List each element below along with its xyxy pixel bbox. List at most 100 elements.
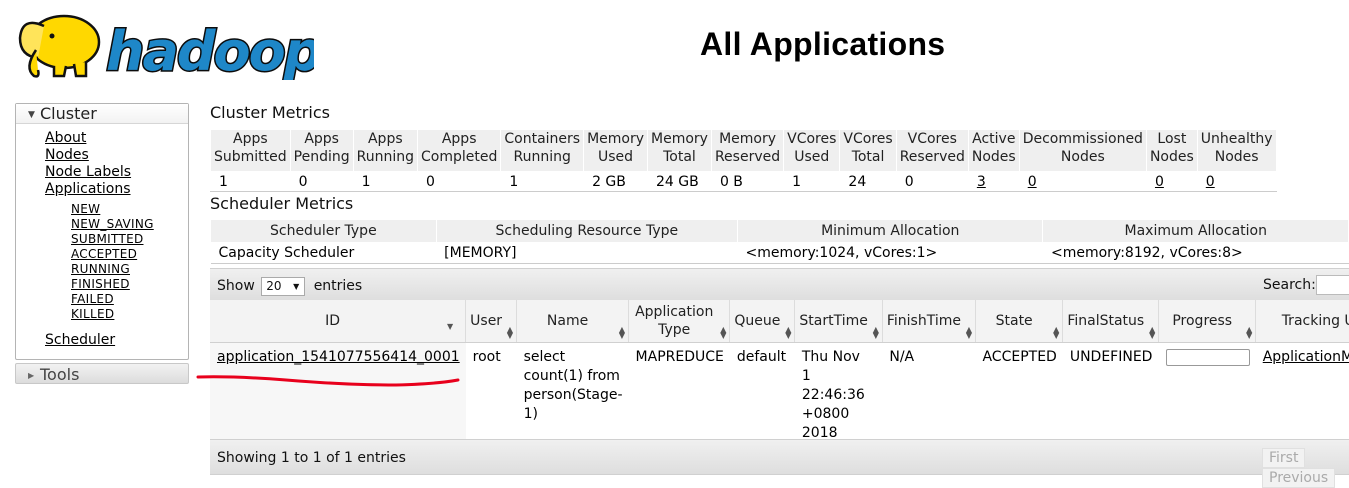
column-header-finalstatus[interactable]: FinalStatus ▲ ▼ [1062, 300, 1160, 343]
column-header-tracking-ui[interactable]: Tracking UI [1255, 300, 1349, 343]
metric-header: Containers Running [500, 129, 585, 172]
sort-icon: ▲ ▼ [785, 324, 792, 340]
maximum-allocation-value: <memory:8192, vCores:8> [1042, 242, 1349, 264]
caret-right-icon: ▶ [28, 371, 35, 380]
sort-icon: ▲ ▼ [1053, 324, 1060, 340]
app-state-accepted[interactable]: ACCEPTED [71, 247, 154, 262]
sort-desc-icon: ▼ [447, 322, 454, 331]
app-state-failed[interactable]: FAILED [71, 292, 154, 307]
scheduler-metrics-table: Scheduler Type Scheduling Resource Type … [210, 219, 1349, 264]
search-input[interactable] [1316, 275, 1349, 295]
table-row: application_1541077556414_0001 root sele… [210, 342, 1349, 443]
app-state-new[interactable]: NEW [71, 202, 154, 217]
maximum-allocation-header: Maximum Allocation [1042, 219, 1349, 243]
lost-nodes-link[interactable]: 0 [1155, 174, 1164, 190]
sort-icon: ▲ ▼ [1149, 324, 1156, 340]
scheduling-resource-type-header: Scheduling Resource Type [435, 219, 739, 243]
decommissioned-nodes-link[interactable]: 0 [1028, 174, 1037, 190]
column-header-starttime[interactable]: StartTime ▲ ▼ [794, 300, 883, 343]
column-header-application-type[interactable]: Application Type ▲ ▼ [628, 300, 731, 343]
app-state-running[interactable]: RUNNING [71, 262, 154, 277]
cluster-metrics-title: Cluster Metrics [210, 103, 330, 122]
scheduling-resource-type-value: [MEMORY] [436, 242, 738, 264]
metric-unhealthy-nodes-cell: 0 [1196, 171, 1277, 192]
minimum-allocation-value: <memory:1024, vCores:1> [737, 242, 1043, 264]
column-header-queue[interactable]: Queue ▲ ▼ [729, 300, 796, 343]
metric-header: VCores Reserved [895, 129, 969, 172]
sort-icon: ▲ ▼ [720, 324, 727, 340]
sidebar-link-applications[interactable]: Applications [45, 181, 131, 198]
column-header-id[interactable]: ID ▼ [210, 300, 467, 343]
app-start-time: Thu Nov 1 22:46:36 +0800 2018 [801, 348, 865, 441]
metric-apps-submitted: 1 [210, 171, 291, 192]
metric-header: Memory Reserved [710, 129, 785, 172]
metric-header: Active Nodes [967, 129, 1020, 172]
app-state-submitted[interactable]: SUBMITTED [71, 232, 154, 247]
metric-header: Memory Total [647, 129, 712, 172]
metric-apps-completed: 0 [416, 171, 502, 192]
metric-header: Apps Pending [289, 129, 354, 172]
application-master-link[interactable]: ApplicationMaster [1263, 349, 1349, 365]
metric-decommissioned-nodes-cell: 0 [1018, 171, 1147, 192]
minimum-allocation-header: Minimum Allocation [736, 219, 1044, 243]
scheduler-type-header: Scheduler Type [210, 219, 437, 243]
pager-previous-button[interactable]: Previous [1262, 468, 1336, 488]
cluster-panel-header[interactable]: ▼ Cluster [16, 104, 188, 124]
cluster-panel: ▼ Cluster About Nodes Node Labels Applica… [15, 103, 189, 360]
app-finish-time: N/A [889, 348, 915, 365]
column-header-name[interactable]: Name ▲ ▼ [516, 300, 630, 343]
column-header-progress[interactable]: Progress ▲ ▼ [1158, 300, 1257, 343]
active-nodes-link[interactable]: 3 [977, 174, 986, 190]
metric-header: Unhealthy Nodes [1196, 129, 1277, 172]
column-header-state[interactable]: State ▲ ▼ [975, 300, 1064, 343]
sort-icon: ▲ ▼ [1246, 324, 1253, 340]
metric-lost-nodes-cell: 0 [1145, 171, 1198, 192]
sort-icon: ▲ ▼ [965, 324, 972, 340]
metric-active-nodes-cell: 3 [967, 171, 1020, 192]
app-state-killed[interactable]: KILLED [71, 307, 154, 322]
metric-vcores-total: 24 [839, 171, 897, 192]
metric-memory-reserved: 0 B [710, 171, 785, 192]
sort-icon: ▲ ▼ [506, 324, 514, 340]
sidebar-link-nodes[interactable]: Nodes [45, 147, 131, 164]
page-size-select[interactable]: 20 ▼ [261, 277, 306, 296]
metric-vcores-reserved: 0 [895, 171, 969, 192]
app-state-finished[interactable]: FINISHED [71, 277, 154, 292]
column-header-user[interactable]: User ▲ ▼ [465, 300, 518, 343]
app-id-cell: application_1541077556414_0001 [210, 342, 466, 443]
metric-header: VCores Total [839, 129, 897, 172]
app-state-new-saving[interactable]: NEW_SAVING [71, 217, 154, 232]
dropdown-arrow-icon: ▼ [293, 282, 300, 291]
sort-icon: ▲ ▼ [872, 324, 879, 340]
cluster-metrics-table: Apps Submitted Apps Pending Apps Running Ap… [210, 129, 1277, 192]
app-final-status: UNDEFINED [1069, 348, 1153, 365]
metric-header: Apps Completed [416, 129, 502, 172]
apps-footer: Showing 1 to 1 of 1 entries FirstPreviou… [210, 439, 1349, 488]
showing-entries-text: Showing 1 to 1 of 1 entries [217, 450, 406, 466]
metric-apps-running: 1 [352, 171, 419, 192]
show-entries-control: Show 20 ▼ entries [217, 277, 363, 296]
metric-header: Apps Running [352, 129, 419, 172]
tools-panel-header[interactable]: ▶ Tools [15, 363, 189, 384]
metric-header: Memory Used [583, 129, 649, 172]
sidebar: ▼ Cluster About Nodes Node Labels Applica… [15, 103, 189, 384]
app-name: select count(1) from person(Stage- 1) [523, 348, 623, 422]
progress-bar [1165, 348, 1250, 366]
sidebar-link-scheduler[interactable]: Scheduler [45, 332, 115, 348]
app-tracking-cell: ApplicationMaster [1256, 342, 1349, 443]
sidebar-link-about[interactable]: About [45, 130, 131, 147]
elephant-icon [18, 14, 101, 78]
scheduler-metrics-title: Scheduler Metrics [210, 194, 354, 213]
page-title: All Applications [700, 26, 946, 62]
app-id-link[interactable]: application_1541077556414_0001 [217, 349, 460, 365]
metric-header: Decommissioned Nodes [1018, 129, 1147, 172]
pager-first-button[interactable]: First [1262, 448, 1306, 468]
metric-header: Lost Nodes [1145, 129, 1198, 172]
app-progress-cell [1159, 342, 1256, 443]
app-type: MAPREDUCE [635, 348, 724, 365]
column-header-finishtime[interactable]: FinishTime ▲ ▼ [882, 300, 976, 343]
hadoop-logo[interactable]: hadoop [14, 6, 324, 85]
metric-containers-running: 1 [500, 171, 585, 192]
unhealthy-nodes-link[interactable]: 0 [1206, 174, 1215, 190]
sidebar-link-node-labels[interactable]: Node Labels [45, 164, 131, 181]
